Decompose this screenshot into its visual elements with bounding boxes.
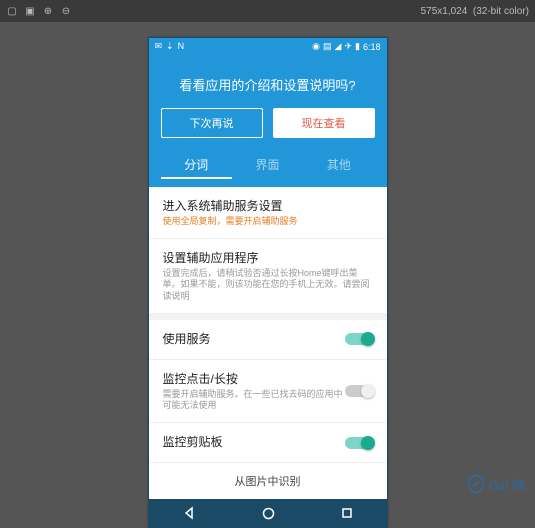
item-title: 进入系统辅助服务设置 — [163, 197, 373, 214]
item-desc: 使用全局复制，需要开启辅助服务 — [163, 216, 373, 228]
item-title: 监控点击/长按 — [163, 370, 345, 387]
item-title: 设置辅助应用程序 — [163, 249, 373, 266]
android-statusbar: ✉ ⇣ N ◉ ▤ ◢ ✈ ▮ 6:18 — [149, 38, 387, 55]
window-titlebar: ▢ ▣ ⊕ ⊖ 575x1,024 (32-bit color) — [0, 0, 535, 22]
monitor-clipboard-setting[interactable]: 监控剪贴板 — [149, 423, 387, 463]
battery-icon: ▮ — [355, 41, 360, 52]
monitor-click-setting[interactable]: 监控点击/长按 需要开启辅助服务。在一些已找去码的应用中可能无法使用 — [149, 360, 387, 423]
use-service-setting[interactable]: 使用服务 — [149, 320, 387, 360]
settings-content: 进入系统辅助服务设置 使用全局复制，需要开启辅助服务 设置辅助应用程序 设置完成… — [149, 187, 387, 499]
shield-icon — [467, 474, 485, 494]
home-button[interactable] — [262, 507, 275, 520]
back-button[interactable] — [182, 506, 196, 520]
cast-icon: ▤ — [323, 41, 332, 52]
window-icon[interactable]: ▣ — [24, 5, 36, 17]
window-info: 575x1,024 (32-bit color) — [421, 6, 529, 17]
airplane-icon: ✈ — [344, 41, 352, 52]
download-icon: ⇣ — [166, 41, 174, 52]
item-desc: 设置完成后，请稍试验否通过长按Home键呼出菜单。如果不能，则该功能在您的手机上… — [163, 268, 373, 303]
from-image-setting[interactable]: 从图片中识别 — [149, 463, 387, 499]
tab-segmentation[interactable]: 分词 — [161, 152, 232, 179]
use-service-toggle[interactable] — [345, 333, 373, 345]
msg-icon: ✉ — [155, 41, 163, 52]
item-title: 监控剪贴板 — [163, 433, 345, 450]
later-button[interactable]: 下次再说 — [161, 108, 263, 138]
item-title: 使用服务 — [163, 330, 345, 347]
header-title: 看看应用的介绍和设置说明吗? — [161, 67, 375, 108]
monitor-clipboard-toggle[interactable] — [345, 437, 373, 449]
app-header: 看看应用的介绍和设置说明吗? 下次再说 现在查看 分词 界面 其他 — [149, 55, 387, 187]
monitor-click-toggle[interactable] — [345, 385, 373, 397]
item-desc: 需要开启辅助服务。在一些已找去码的应用中可能无法使用 — [163, 389, 345, 412]
zoom-in-icon[interactable]: ⊕ — [42, 5, 54, 17]
assist-app-setting[interactable]: 设置辅助应用程序 设置完成后，请稍试验否通过长按Home键呼出菜单。如果不能，则… — [149, 239, 387, 314]
clock: 6:18 — [363, 42, 381, 52]
tab-interface[interactable]: 界面 — [232, 152, 303, 179]
n-icon: N — [178, 41, 185, 52]
wifi-icon: ◢ — [335, 41, 342, 52]
accessibility-setting[interactable]: 进入系统辅助服务设置 使用全局复制，需要开启辅助服务 — [149, 187, 387, 239]
watermark: Gxl 网 — [467, 474, 525, 494]
record-icon: ◉ — [312, 41, 320, 52]
window-icon[interactable]: ▢ — [6, 5, 18, 17]
view-now-button[interactable]: 现在查看 — [273, 108, 375, 138]
tab-bar: 分词 界面 其他 — [161, 152, 375, 187]
android-navbar — [149, 499, 387, 527]
titlebar-controls: ▢ ▣ ⊕ ⊖ — [6, 5, 72, 17]
canvas-area: ✉ ⇣ N ◉ ▤ ◢ ✈ ▮ 6:18 看看应用的介绍和设置说明吗? 下次再说… — [0, 22, 535, 500]
recent-button[interactable] — [341, 507, 353, 519]
zoom-out-icon[interactable]: ⊖ — [60, 5, 72, 17]
phone-frame: ✉ ⇣ N ◉ ▤ ◢ ✈ ▮ 6:18 看看应用的介绍和设置说明吗? 下次再说… — [148, 37, 388, 528]
tab-other[interactable]: 其他 — [303, 152, 374, 179]
